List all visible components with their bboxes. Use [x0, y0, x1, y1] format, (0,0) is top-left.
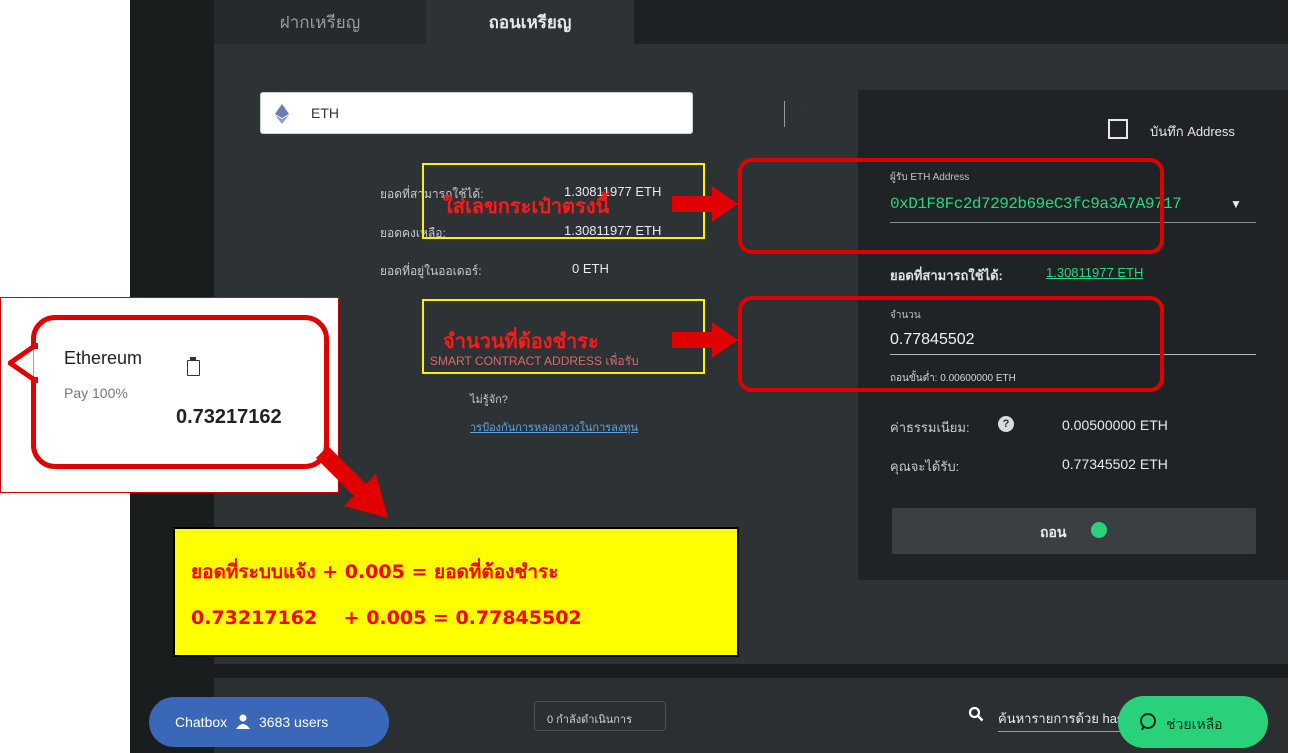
- address-field-highlight: [738, 158, 1164, 254]
- payment-callout: Ethereum Pay 100% 0.73217162: [0, 297, 339, 493]
- arrow-right-icon: [672, 322, 738, 358]
- in-order-balance-value: 0 ETH: [572, 261, 609, 276]
- coin-select-value: ETH: [311, 105, 339, 121]
- calculation-line-2: 0.73217162 + 0.005 = 0.77845502: [191, 607, 582, 629]
- hash-search-input[interactable]: ค้นหารายการด้วย hash: [998, 708, 1131, 729]
- search-icon: [968, 706, 984, 722]
- chevron-down-icon: ▼: [797, 103, 809, 117]
- arrow-right-icon: [1091, 522, 1107, 538]
- right-available-label: ยอดที่สามารถใช้ได้:: [890, 268, 1003, 283]
- select-separator: [784, 101, 785, 127]
- payment-card: Ethereum Pay 100% 0.73217162: [31, 315, 329, 469]
- scam-protection-link[interactable]: ารป้องกันการหลอกลวงในการลงทุน: [470, 418, 638, 436]
- callout-pointer: [8, 343, 38, 383]
- coin-select[interactable]: ETH ▼: [260, 92, 809, 134]
- arrow-down-right-icon: [316, 446, 388, 518]
- copy-icon[interactable]: [187, 357, 200, 376]
- tab-bar: ฝากเหรียญ ถอนเหรียญ: [214, 0, 1288, 44]
- payment-amount: 0.73217162: [176, 406, 282, 428]
- help-icon[interactable]: ?: [998, 416, 1014, 432]
- in-order-balance-label: ยอดที่อยู่ในออเดอร์:: [380, 264, 482, 278]
- ethereum-icon: [275, 104, 289, 124]
- address-hint: ใส่เลขกระเป๋าตรงนี้: [443, 194, 610, 218]
- withdraw-button[interactable]: ถอน: [892, 508, 1256, 554]
- tab-withdraw[interactable]: ถอนเหรียญ: [426, 0, 634, 44]
- payment-coin-name: Ethereum: [64, 348, 143, 368]
- chat-bubble-icon: [1138, 712, 1158, 732]
- pending-status-chip[interactable]: 0 กำลังดำเนินการ: [534, 701, 666, 731]
- receive-value: 0.77345502 ETH: [1062, 456, 1168, 472]
- help-button[interactable]: ช่วยเหลือ: [1118, 696, 1268, 748]
- receive-label: คุณจะได้รับ:: [890, 459, 960, 474]
- arrow-right-icon: [672, 186, 738, 222]
- save-address-checkbox[interactable]: [1108, 119, 1128, 139]
- amount-field-highlight: [738, 296, 1164, 392]
- chatbox-button[interactable]: Chatbox 3683 users: [149, 697, 389, 747]
- save-address-label: บันทึก Address: [1150, 124, 1235, 139]
- help-label: ช่วยเหลือ: [1166, 716, 1223, 732]
- calculation-note: ยอดที่ระบบแจ้ง + 0.005 = ยอดที่ต้องชำระ …: [173, 527, 739, 657]
- chatbox-users: 3683 users: [259, 714, 329, 730]
- fee-label: ค่าธรรมเนียม:: [890, 420, 970, 435]
- chatbox-label: Chatbox: [175, 714, 228, 730]
- tab-deposit[interactable]: ฝากเหรียญ: [214, 0, 426, 44]
- question-text: ไม่รู้จัก?: [470, 394, 508, 406]
- pending-status-text: 0 กำลังดำเนินการ: [547, 714, 632, 726]
- payment-subtitle: Pay 100%: [64, 385, 128, 401]
- amount-hint: จำนวนที่ต้องชำระ: [443, 329, 599, 353]
- right-available-value[interactable]: 1.30811977 ETH: [1046, 265, 1143, 280]
- calculation-line-1: ยอดที่ระบบแจ้ง + 0.005 = ยอดที่ต้องชำระ: [191, 561, 559, 583]
- withdraw-button-label: ถอน: [1040, 524, 1067, 540]
- user-icon: [235, 713, 251, 729]
- fee-value: 0.00500000 ETH: [1062, 417, 1168, 433]
- chevron-down-icon[interactable]: ▼: [1230, 197, 1242, 211]
